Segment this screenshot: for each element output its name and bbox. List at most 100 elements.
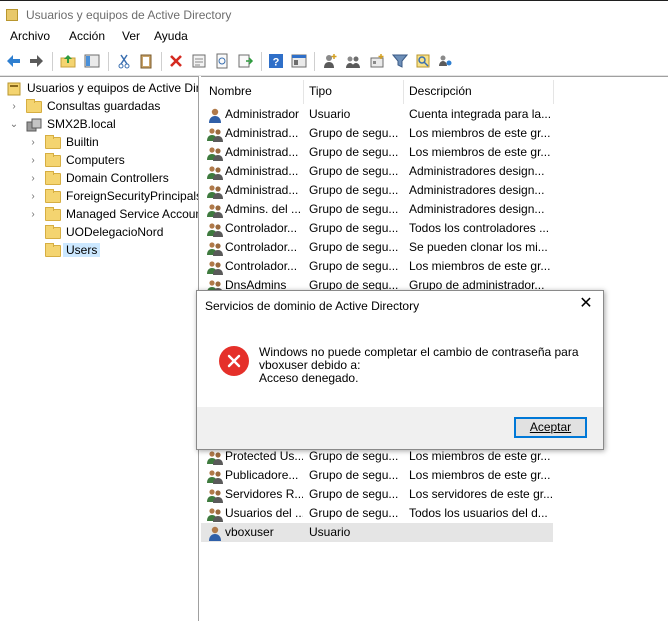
folder-icon xyxy=(26,99,42,113)
toolbar: ? xyxy=(0,48,668,76)
column-header-nombre[interactable]: Nombre xyxy=(209,84,252,98)
new-ou-icon[interactable] xyxy=(369,53,385,69)
menu-bar: Archivo Acción Ver Ayuda xyxy=(0,27,668,47)
list-row[interactable]: Controlador... Grupo de segu... Se pueden … xyxy=(201,238,553,257)
list-row[interactable]: Controlador... Grupo de segu... Todos los … xyxy=(201,219,553,238)
tree-item-foreign-security-principals[interactable]: › ForeignSecurityPrincipals xyxy=(0,188,198,206)
list-row[interactable]: Administrad... Grupo de segu... Administra… xyxy=(201,181,553,200)
user-icon xyxy=(209,108,221,123)
ou-folder-icon xyxy=(45,225,61,239)
group-icon xyxy=(207,489,223,503)
chevron-right-icon[interactable]: › xyxy=(28,191,38,203)
list-row[interactable]: Administrad... Grupo de segu... Los miembr… xyxy=(201,143,553,162)
tree-item-builtin[interactable]: › Builtin xyxy=(0,134,198,152)
cell-description: Los miembros de este gr... xyxy=(409,145,551,159)
list-row[interactable]: Administrad... Grupo de segu... Los miembr… xyxy=(201,124,553,143)
forward-arrow-icon[interactable] xyxy=(28,53,44,69)
cell-description: Administradores design... xyxy=(409,164,545,178)
close-icon[interactable]: ✕ xyxy=(579,296,593,312)
cell-name: Admins. del ... xyxy=(225,202,302,216)
column-header-tipo[interactable]: Tipo xyxy=(309,84,332,98)
chevron-right-icon[interactable]: › xyxy=(9,101,19,113)
menu-archivo[interactable]: Archivo xyxy=(10,29,50,43)
ou-folder-icon xyxy=(45,171,61,185)
menu-accion[interactable]: Acción xyxy=(69,29,105,43)
tree-item-domain[interactable]: ⌄ SMX2B.local xyxy=(0,116,198,134)
cell-name: Administrad... xyxy=(225,183,299,197)
menu-ver[interactable]: Ver xyxy=(122,29,140,43)
new-user-icon[interactable] xyxy=(322,53,338,69)
chevron-right-icon[interactable]: › xyxy=(28,173,38,185)
cell-type: Grupo de segu... xyxy=(309,506,399,520)
column-header-descripcion[interactable]: Descripción xyxy=(409,84,472,98)
cell-description: Los miembros de este gr... xyxy=(409,468,551,482)
list-row[interactable]: vboxuser Usuario xyxy=(201,523,553,542)
dialog-message: Windows no puede completar el cambio de … xyxy=(259,346,589,385)
cell-description: Los miembros de este gr... xyxy=(409,259,551,273)
group-icon xyxy=(207,185,223,199)
list-row[interactable]: Administrad... Grupo de segu... Administra… xyxy=(201,162,553,181)
dialog-message-line-3: Acceso denegado. xyxy=(259,371,359,385)
cell-name: Administrad... xyxy=(225,145,299,159)
cell-description: Administradores design... xyxy=(409,183,545,197)
list-row[interactable]: Servidores R... Grupo de segu... Los servi… xyxy=(201,485,553,504)
find-icon[interactable] xyxy=(415,53,431,69)
group-icon xyxy=(207,166,223,180)
cell-description: Los servidores de este gr... xyxy=(409,487,553,501)
cell-description: Cuenta integrada para la... xyxy=(409,107,552,121)
back-arrow-icon[interactable] xyxy=(6,53,22,69)
tree-item-users[interactable]: Users xyxy=(0,242,198,260)
cell-type: Grupo de segu... xyxy=(309,145,399,159)
delete-icon[interactable] xyxy=(168,53,184,69)
list-row[interactable]: Administrador Usuario Cuenta integrada par… xyxy=(201,105,553,124)
filter-icon[interactable] xyxy=(392,53,408,69)
cell-description: Los miembros de este gr... xyxy=(409,449,551,463)
accept-button[interactable]: Aceptar xyxy=(514,417,587,438)
chevron-right-icon[interactable]: › xyxy=(28,155,38,167)
console-window-icon[interactable] xyxy=(291,53,307,69)
show-hide-tree-icon[interactable] xyxy=(84,53,100,69)
tree-item-domain-controllers[interactable]: › Domain Controllers xyxy=(0,170,198,188)
list-header: Nombre Tipo Descripción xyxy=(201,80,668,104)
new-group-icon[interactable] xyxy=(345,53,361,69)
properties-icon[interactable] xyxy=(191,53,207,69)
cell-name: Protected Us... xyxy=(225,449,303,463)
folder-icon xyxy=(45,207,61,221)
menu-ayuda[interactable]: Ayuda xyxy=(154,29,188,43)
cell-type: Grupo de segu... xyxy=(309,449,399,463)
chevron-right-icon[interactable]: › xyxy=(28,137,38,149)
folder-icon xyxy=(45,189,61,203)
chevron-right-icon[interactable]: › xyxy=(28,209,38,221)
ad-users-computers-icon xyxy=(7,82,21,96)
tree-root[interactable]: Usuarios y equipos de Active Directory xyxy=(0,80,198,98)
cell-name: Publicadore... xyxy=(225,468,299,482)
cut-icon[interactable] xyxy=(116,53,132,69)
dialog-footer: Aceptar xyxy=(197,407,603,449)
cell-type: Grupo de segu... xyxy=(309,126,399,140)
tree-item-uodelegacionord[interactable]: UODelegacioNord xyxy=(0,224,198,242)
cell-description: Los miembros de este gr... xyxy=(409,126,551,140)
group-icon xyxy=(207,242,223,256)
list-row[interactable]: Controlador... Grupo de segu... Los miembr… xyxy=(201,257,553,276)
up-folder-icon[interactable] xyxy=(60,53,76,69)
cell-type: Usuario xyxy=(309,107,351,121)
help-icon[interactable]: ? xyxy=(268,53,284,69)
list-row[interactable]: Admins. del ... Grupo de segu... Administr… xyxy=(201,200,553,219)
cell-type: Grupo de segu... xyxy=(309,487,399,501)
tree-item-saved-queries[interactable]: › Consultas guardadas xyxy=(0,98,198,116)
clipboard-icon[interactable] xyxy=(138,53,154,69)
tree-item-managed-service-accounts[interactable]: › Managed Service Accounts xyxy=(0,206,198,224)
list-row[interactable]: Publicadore... Grupo de segu... Los miembr… xyxy=(201,466,553,485)
ad-app-icon xyxy=(6,9,18,21)
list-row[interactable]: Usuarios del ... Grupo de segu... Todos lo… xyxy=(201,504,553,523)
add-to-group-icon[interactable] xyxy=(438,53,454,69)
domain-icon xyxy=(26,118,42,132)
tree-item-computers[interactable]: › Computers xyxy=(0,152,198,170)
export-list-icon[interactable] xyxy=(238,53,254,69)
group-icon xyxy=(207,261,223,275)
cell-type: Usuario xyxy=(309,525,351,539)
chevron-down-icon[interactable]: ⌄ xyxy=(9,119,19,131)
view-document-icon[interactable] xyxy=(214,53,230,69)
cell-type: Grupo de segu... xyxy=(309,240,399,254)
folder-icon xyxy=(45,153,61,167)
